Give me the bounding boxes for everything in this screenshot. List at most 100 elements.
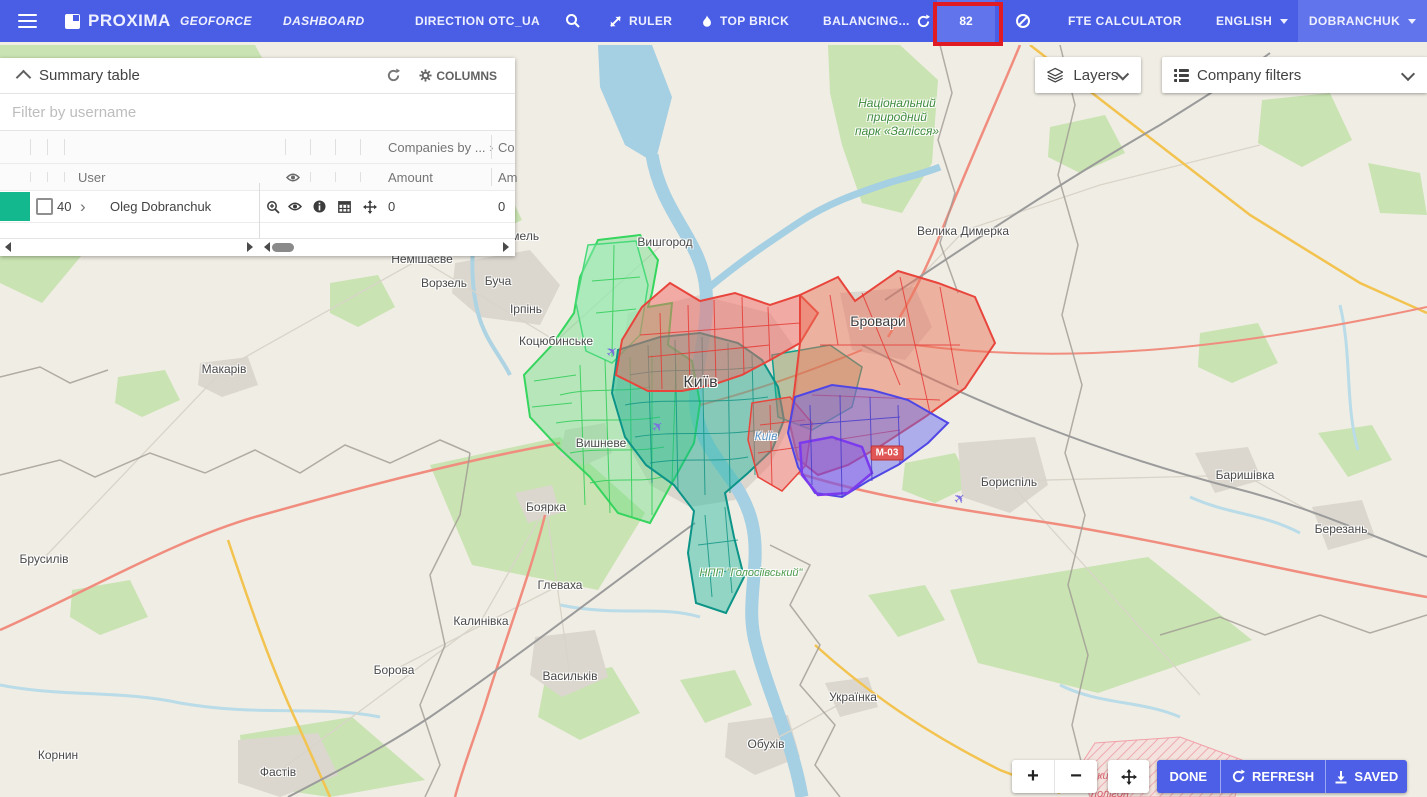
refresh-button[interactable]: REFRESH <box>1220 760 1325 793</box>
hamburger-icon <box>18 10 37 32</box>
map-label: Глеваха <box>538 578 583 592</box>
map-label: Бориспіль <box>981 475 1037 489</box>
nav-balancing[interactable]: BALANCING... <box>823 0 931 42</box>
visibility-toggle[interactable] <box>288 191 302 222</box>
company-filters-button[interactable]: Company filters <box>1162 57 1427 93</box>
nav-top-brick[interactable]: TOP BRICK <box>700 0 789 42</box>
row-checkbox[interactable] <box>36 198 53 215</box>
refresh-table-button[interactable] <box>386 68 401 83</box>
pan-button[interactable] <box>1108 760 1149 793</box>
map-label: Вишневе <box>576 436 627 450</box>
nav-ruler[interactable]: RULER <box>608 0 672 42</box>
nav-fte-calculator[interactable]: FTE CALCULATOR <box>1068 0 1182 42</box>
move-icon <box>1121 769 1137 785</box>
row-count: 40 <box>57 191 71 222</box>
filter-row <box>0 94 515 131</box>
user-color-swatch <box>0 192 30 221</box>
map-label: Київ <box>683 374 718 392</box>
flame-icon <box>700 14 714 29</box>
table-row[interactable]: 40 › Oleg Dobranchuk 0 0 <box>0 191 515 223</box>
gear-icon <box>419 69 432 82</box>
row-amount2: 0 <box>498 191 505 222</box>
map-label: ки <box>1097 770 1108 782</box>
brand-logo[interactable]: PROXIMA <box>65 0 171 42</box>
sync-icon <box>916 14 931 29</box>
scroll-right-arrow[interactable] <box>247 242 253 252</box>
block-button[interactable] <box>1015 0 1031 42</box>
zoom-out-button[interactable]: − <box>1055 760 1097 793</box>
nav-language[interactable]: ENGLISH <box>1216 0 1288 42</box>
zoom-in-button[interactable]: + <box>1012 760 1055 793</box>
refresh-icon <box>386 68 401 83</box>
nav-user-menu[interactable]: DOBRANCHUK <box>1298 0 1427 42</box>
summary-table-panel: Summary table COLUMNS <box>0 58 515 256</box>
map-label: Бровари <box>850 313 905 329</box>
map-label: Вишгород <box>637 235 692 249</box>
horizontal-scrollbars <box>0 238 515 256</box>
map-label: Київ <box>755 429 778 443</box>
chevron-down-icon <box>1408 19 1416 24</box>
row-expand-chevron[interactable]: › <box>80 191 86 222</box>
map-label: Ірпінь <box>510 302 542 316</box>
company-filters-label: Company filters <box>1197 67 1301 84</box>
map-label: Брусилів <box>19 552 68 566</box>
group-header-companies[interactable]: Companies by ... › <box>388 131 494 163</box>
map-label: Калинівка <box>453 614 508 628</box>
table-column-header-row: User Amount Am <box>0 164 515 191</box>
done-button[interactable]: DONE <box>1157 760 1220 793</box>
filter-username-input[interactable] <box>0 104 515 121</box>
map-action-bar: DONE REFRESH SAVED <box>1157 760 1407 793</box>
table-group-header-row: Companies by ... › Co <box>0 131 515 164</box>
proxima-logo-icon <box>65 14 80 29</box>
map-label: Коцюбинське <box>519 334 593 348</box>
map-label: Українка <box>829 690 877 704</box>
scroll-right-arrow[interactable] <box>503 242 509 252</box>
layers-label: Layers <box>1073 67 1118 84</box>
columns-button[interactable]: COLUMNS <box>419 69 497 83</box>
nav-direction[interactable]: DIRECTION OTC_UA <box>415 0 540 42</box>
search-button[interactable] <box>565 0 581 42</box>
brand-name: PROXIMA <box>88 11 171 31</box>
map-label: Фастів <box>260 765 296 779</box>
panel-title: Summary table <box>39 67 140 84</box>
map-label: Васильків <box>543 669 598 683</box>
map-label: Корнин <box>38 748 78 762</box>
schedule-button[interactable] <box>338 191 351 222</box>
collapse-icon[interactable] <box>16 70 32 86</box>
map-label: Велика Димерка <box>917 224 1009 238</box>
nav-geoforce[interactable]: GEOFORCE <box>180 0 252 42</box>
ruler-icon <box>608 14 623 29</box>
nav-dashboard[interactable]: DASHBOARD <box>283 0 365 42</box>
row-username: Oleg Dobranchuk <box>110 191 211 222</box>
zoom-controls: + − <box>1012 760 1097 793</box>
map-label: М-03 <box>871 446 904 461</box>
refresh-icon <box>1231 769 1246 784</box>
info-button[interactable] <box>313 191 326 222</box>
map-label: Баришівка <box>1216 468 1275 482</box>
map-label: НПП "Голосіївський" <box>700 567 803 579</box>
col-header-user[interactable]: User <box>78 164 105 190</box>
scrollbar-thumb[interactable] <box>272 243 294 252</box>
menu-button[interactable] <box>18 0 37 42</box>
zoom-to-user-button[interactable] <box>266 191 280 222</box>
scroll-left-arrow[interactable] <box>5 242 11 252</box>
chevron-down-icon <box>1280 19 1288 24</box>
saved-button[interactable]: SAVED <box>1325 760 1407 793</box>
map-label: Обухів <box>748 737 785 751</box>
panel-header: Summary table COLUMNS <box>0 58 515 94</box>
map-label: Борова <box>374 663 415 677</box>
download-icon <box>1334 770 1348 784</box>
scroll-left-arrow[interactable] <box>264 242 270 252</box>
chevron-down-icon <box>1401 66 1415 80</box>
col-header-amount[interactable]: Amount <box>388 164 433 190</box>
search-icon <box>565 13 581 29</box>
move-button[interactable] <box>363 191 377 222</box>
map-label: Національний природний парк «Залісся» <box>855 96 939 138</box>
visibility-column-icon <box>286 164 300 190</box>
nav-counter[interactable]: 82 <box>937 0 995 42</box>
map-label: Боярка <box>526 500 566 514</box>
col-header-amount-next: Am <box>498 164 518 190</box>
filter-list-icon <box>1174 67 1189 84</box>
layers-button[interactable]: Layers <box>1035 57 1141 93</box>
layers-icon <box>1047 66 1063 84</box>
